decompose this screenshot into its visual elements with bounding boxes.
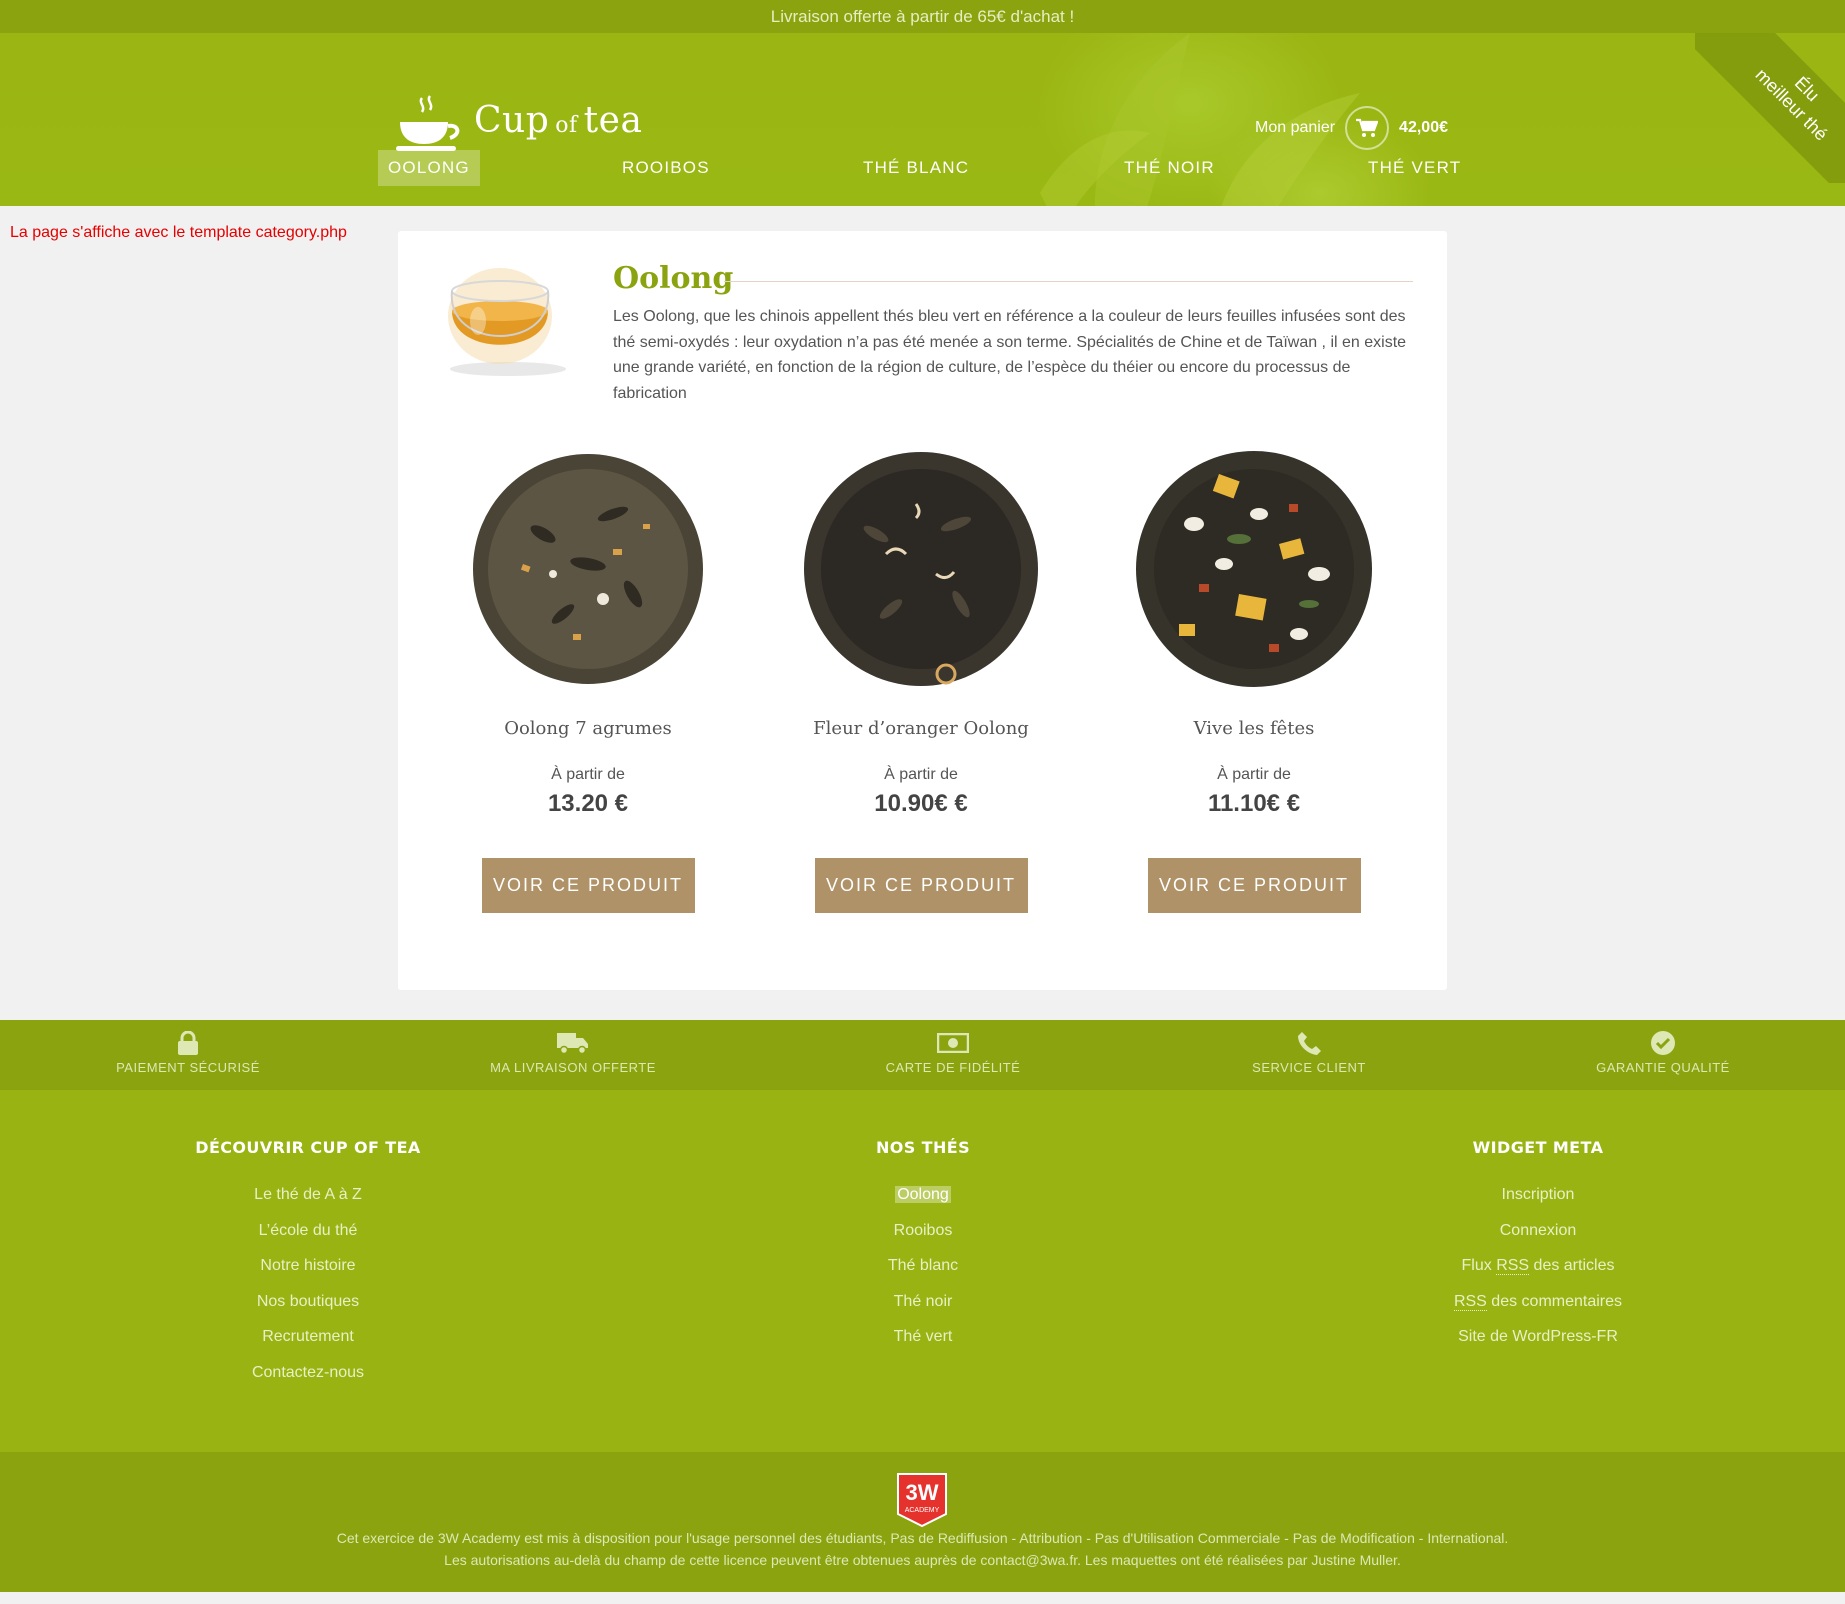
logo-word-of: of	[555, 113, 578, 138]
promo-text: Livraison offerte à partir de 65€ d'acha…	[770, 7, 1075, 26]
view-product-button[interactable]: VOIR CE PRODUIT	[1147, 858, 1361, 913]
cart-widget[interactable]: Mon panier 42,00€	[1255, 106, 1448, 150]
legal-bar: 3W ACADEMY Cet exercice de 3W Academy es…	[0, 1452, 1845, 1592]
bottom-strip	[0, 1592, 1845, 1604]
feature-label: GARANTIE QUALITÉ	[1596, 1060, 1730, 1075]
product-price-prefix: À partir de	[884, 766, 958, 783]
legal-text: Cet exercice de 3W Academy est mis à dis…	[0, 1527, 1845, 1571]
product-card: Oolong 7 agrumes À partir de 13.20 € VOI…	[443, 424, 733, 913]
product-image[interactable]	[443, 424, 733, 714]
3w-academy-badge[interactable]: 3W ACADEMY	[896, 1472, 948, 1528]
legal-line2: Les autorisations au-delà du champ de ce…	[444, 1552, 1401, 1568]
legal-line1: Cet exercice de 3W Academy est mis à dis…	[336, 1530, 1509, 1546]
footer-link-current[interactable]: Oolong	[895, 1186, 951, 1203]
footer-col-discover: DÉCOUVRIR CUP OF TEA Le thé de A à Z L’é…	[108, 1138, 508, 1390]
footer-link[interactable]: Thé noir	[894, 1293, 953, 1310]
footer-link-current-label: Oolong	[895, 1186, 951, 1203]
logo-word-tea: tea	[583, 100, 643, 141]
feature-free-delivery: MA LIVRAISON OFFERTE	[423, 1028, 723, 1075]
rss-articles-suffix: des articles	[1529, 1257, 1615, 1274]
footer-link[interactable]: Thé blanc	[888, 1257, 958, 1274]
category-description: Les Oolong, que les chinois appellent th…	[613, 308, 1407, 402]
feature-quality-guarantee: GARANTIE QUALITÉ	[1513, 1028, 1813, 1075]
logo-text: Cup of tea	[474, 91, 642, 156]
view-product-button[interactable]: VOIR CE PRODUIT	[814, 858, 1028, 913]
logo-word-cup: Cup	[474, 100, 550, 141]
category-title: Oolong	[613, 261, 734, 296]
rss-comments-suffix: des commentaires	[1486, 1292, 1623, 1310]
site-footer: DÉCOUVRIR CUP OF TEA Le thé de A à Z L’é…	[0, 1090, 1845, 1452]
teacup-logo-icon	[396, 95, 460, 151]
product-name[interactable]: Oolong 7 agrumes	[443, 718, 733, 746]
feature-label: PAIEMENT SÉCURISÉ	[116, 1060, 260, 1075]
product-image[interactable]	[1109, 424, 1399, 714]
title-divider	[724, 281, 1413, 282]
rss-abbr: RSS	[1453, 1292, 1487, 1311]
rss-abbr: RSS	[1496, 1257, 1530, 1275]
feature-label: CARTE DE FIDÉLITÉ	[885, 1060, 1021, 1075]
footer-link[interactable]: Nos boutiques	[257, 1293, 359, 1310]
footer-link[interactable]: Rooibos	[894, 1222, 953, 1239]
feature-loyalty-card: CARTE DE FIDÉLITÉ	[803, 1028, 1103, 1075]
footer-link[interactable]: Notre histoire	[260, 1257, 355, 1274]
nav-item-the-blanc[interactable]: THÉ BLANC	[853, 150, 979, 186]
badge-line1: 3W	[906, 1480, 939, 1505]
nav-item-oolong[interactable]: OOLONG	[378, 150, 480, 186]
footer-link-rss-comments[interactable]: RSS des commentaires	[1453, 1292, 1623, 1311]
cart-label: Mon panier	[1255, 119, 1336, 136]
phone-icon	[1159, 1028, 1459, 1058]
nav-item-the-noir[interactable]: THÉ NOIR	[1114, 150, 1225, 186]
product-price: 10.90€ €	[874, 790, 968, 817]
footer-link[interactable]: L’école du thé	[259, 1222, 358, 1239]
badge-line2: ACADEMY	[905, 1507, 940, 1514]
product-card: Fleur d’oranger Oolong À partir de 10.90…	[776, 424, 1066, 913]
footer-col-meta: WIDGET META Inscription Connexion Flux R…	[1338, 1138, 1738, 1355]
lock-icon	[38, 1028, 338, 1058]
footer-col-title: NOS THÉS	[875, 1138, 971, 1157]
product-image[interactable]	[776, 424, 1066, 714]
footer-link[interactable]: Recrutement	[262, 1328, 354, 1345]
product-price-prefix: À partir de	[551, 766, 625, 783]
product-price-prefix: À partir de	[1217, 766, 1291, 783]
category-card: Oolong Les Oolong, que les chinois appel…	[398, 231, 1447, 990]
truck-icon	[423, 1028, 723, 1058]
footer-link[interactable]: Le thé de A à Z	[254, 1186, 362, 1203]
cart-amount: 42,00€	[1399, 119, 1448, 136]
nav-item-rooibos[interactable]: ROOIBOS	[612, 150, 720, 186]
footer-link[interactable]: Connexion	[1500, 1222, 1577, 1239]
feature-customer-service: SERVICE CLIENT	[1159, 1028, 1459, 1075]
feature-secure-payment: PAIEMENT SÉCURISÉ	[38, 1028, 338, 1075]
logo-link[interactable]: Cup of tea	[396, 91, 642, 156]
product-name[interactable]: Fleur d’oranger Oolong	[776, 718, 1066, 746]
view-product-button[interactable]: VOIR CE PRODUIT	[481, 858, 695, 913]
features-bar: PAIEMENT SÉCURISÉ MA LIVRAISON OFFERTE C…	[0, 1020, 1845, 1090]
nav-item-the-vert[interactable]: THÉ VERT	[1358, 150, 1471, 186]
footer-col-title: DÉCOUVRIR CUP OF TEA	[195, 1138, 421, 1157]
footer-link[interactable]: Thé vert	[894, 1328, 953, 1345]
main-nav: OOLONG ROOIBOS THÉ BLANC THÉ NOIR THÉ VE…	[0, 150, 1845, 186]
footer-col-teas: NOS THÉS Oolong Rooibos Thé blanc Thé no…	[723, 1138, 1123, 1355]
check-circle-icon	[1513, 1028, 1813, 1058]
product-name[interactable]: Vive les fêtes	[1109, 718, 1399, 746]
product-price: 11.10€ €	[1207, 790, 1301, 817]
cart-icon[interactable]	[1345, 106, 1390, 150]
tea-cup-image	[448, 268, 566, 376]
footer-col-title: WIDGET META	[1472, 1138, 1604, 1157]
template-notice: La page s'affiche avec le template categ…	[10, 224, 347, 241]
footer-link-rss-articles[interactable]: Flux RSS des articles	[1461, 1257, 1615, 1275]
feature-label: MA LIVRAISON OFFERTE	[490, 1060, 656, 1075]
product-card: Vive les fêtes À partir de 11.10€ € VOIR…	[1109, 424, 1399, 913]
footer-link[interactable]: Contactez-nous	[252, 1364, 364, 1381]
rss-articles-prefix: Flux	[1461, 1257, 1497, 1274]
footer-link[interactable]: Site de WordPress-FR	[1458, 1328, 1618, 1345]
banknote-icon	[803, 1028, 1103, 1058]
feature-label: SERVICE CLIENT	[1252, 1060, 1366, 1075]
product-price: 13.20 €	[547, 790, 629, 817]
footer-link[interactable]: Inscription	[1502, 1186, 1575, 1203]
promo-bar: Livraison offerte à partir de 65€ d'acha…	[0, 0, 1845, 33]
